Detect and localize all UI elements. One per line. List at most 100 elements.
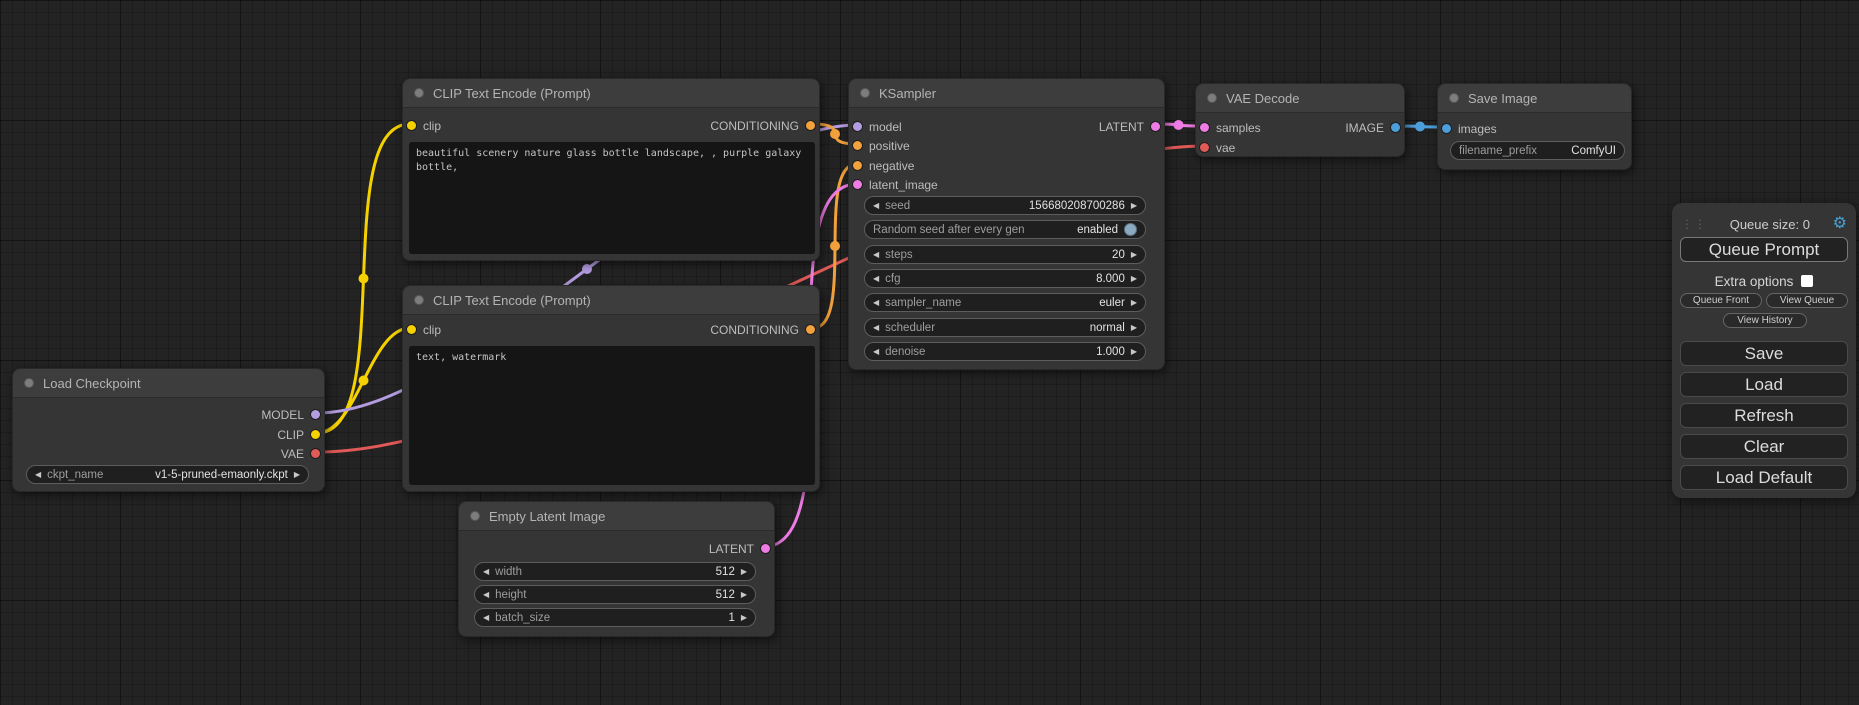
input-label-model: model (869, 120, 902, 134)
output-port-conditioning[interactable] (806, 325, 815, 334)
widget-filename-prefix[interactable]: filename_prefix ComfyUI (1450, 141, 1625, 160)
input-label-positive: positive (869, 139, 910, 153)
increment-arrow-icon[interactable]: ▶ (1131, 323, 1137, 332)
prompt-textarea[interactable]: beautiful scenery nature glass bottle la… (409, 142, 815, 254)
refresh-button[interactable]: Refresh (1680, 403, 1848, 428)
node-titlebar[interactable]: CLIP Text Encode (Prompt) (403, 79, 819, 108)
link-midpoint-dot (1174, 120, 1184, 130)
node-collapse-dot[interactable] (860, 88, 870, 98)
node-clip-text-encode-negative[interactable]: CLIP Text Encode (Prompt) clip CONDITION… (402, 285, 820, 492)
queue-size-label: Queue size: 0 (1707, 217, 1833, 232)
input-port-latent-image[interactable] (853, 180, 862, 189)
output-port-conditioning[interactable] (806, 121, 815, 130)
node-collapse-dot[interactable] (1449, 93, 1459, 103)
decrement-arrow-icon[interactable]: ◀ (873, 323, 879, 332)
node-titlebar[interactable]: Load Checkpoint (13, 369, 324, 398)
extra-options-checkbox[interactable] (1801, 275, 1813, 287)
increment-arrow-icon[interactable]: ▶ (741, 567, 747, 576)
clear-button[interactable]: Clear (1680, 434, 1848, 459)
widget-sampler-name[interactable]: ◀ sampler_name euler ▶ (864, 293, 1146, 312)
node-load-checkpoint[interactable]: Load Checkpoint MODEL CLIP VAE ◀ ckpt_na… (12, 368, 325, 492)
node-graph-canvas[interactable]: Load Checkpoint MODEL CLIP VAE ◀ ckpt_na… (0, 0, 1859, 705)
save-button[interactable]: Save (1680, 341, 1848, 366)
output-port-image[interactable] (1391, 123, 1400, 132)
settings-gear-icon[interactable]: ⚙ (1833, 216, 1847, 232)
widget-ckpt-name[interactable]: ◀ ckpt_name v1-5-pruned-emaonly.ckpt ▶ (26, 465, 309, 484)
widget-denoise[interactable]: ◀ denoise 1.000 ▶ (864, 342, 1146, 361)
node-collapse-dot[interactable] (1207, 93, 1217, 103)
input-port-clip[interactable] (407, 325, 416, 334)
output-port-latent[interactable] (1151, 122, 1160, 131)
load-default-button[interactable]: Load Default (1680, 465, 1848, 490)
node-collapse-dot[interactable] (414, 88, 424, 98)
decrement-arrow-icon[interactable]: ◀ (483, 613, 489, 622)
panel-drag-handle-icon[interactable]: ⋮⋮ (1681, 219, 1707, 229)
node-clip-text-encode-positive[interactable]: CLIP Text Encode (Prompt) clip CONDITION… (402, 78, 820, 261)
decrement-arrow-icon[interactable]: ◀ (873, 201, 879, 210)
decrement-arrow-icon[interactable]: ◀ (483, 567, 489, 576)
output-port-clip[interactable] (311, 430, 320, 439)
widget-batch-size[interactable]: ◀ batch_size 1 ▶ (474, 608, 756, 627)
node-title: CLIP Text Encode (Prompt) (433, 86, 591, 101)
link-midpoint-dot (830, 241, 840, 251)
node-titlebar[interactable]: CLIP Text Encode (Prompt) (403, 286, 819, 315)
widget-steps[interactable]: ◀ steps 20 ▶ (864, 245, 1146, 264)
queue-front-button[interactable]: Queue Front (1680, 293, 1762, 308)
view-queue-button[interactable]: View Queue (1766, 293, 1848, 308)
increment-arrow-icon[interactable]: ▶ (1131, 201, 1137, 210)
decrement-arrow-icon[interactable]: ◀ (873, 298, 879, 307)
node-titlebar[interactable]: Empty Latent Image (459, 502, 774, 531)
increment-arrow-icon[interactable]: ▶ (1131, 250, 1137, 259)
widget-height[interactable]: ◀ height 512 ▶ (474, 585, 756, 604)
prompt-textarea[interactable]: text, watermark (409, 346, 815, 485)
widget-scheduler[interactable]: ◀ scheduler normal ▶ (864, 318, 1146, 337)
view-history-button[interactable]: View History (1723, 313, 1807, 328)
widget-random-seed[interactable]: Random seed after every gen enabled (864, 220, 1146, 239)
decrement-arrow-icon[interactable]: ◀ (873, 250, 879, 259)
increment-arrow-icon[interactable]: ▶ (1131, 298, 1137, 307)
load-button[interactable]: Load (1680, 372, 1848, 397)
input-label-clip: clip (423, 119, 441, 133)
link-midpoint-dot (359, 274, 369, 284)
node-title: KSampler (879, 86, 936, 101)
input-port-images[interactable] (1442, 124, 1451, 133)
output-label-clip: CLIP (277, 428, 304, 442)
increment-arrow-icon[interactable]: ▶ (1131, 347, 1137, 356)
widget-seed[interactable]: ◀ seed 156680208700286 ▶ (864, 196, 1146, 215)
node-collapse-dot[interactable] (470, 511, 480, 521)
input-port-negative[interactable] (853, 161, 862, 170)
random-seed-toggle[interactable] (1124, 223, 1137, 236)
widget-width[interactable]: ◀ width 512 ▶ (474, 562, 756, 581)
output-port-latent[interactable] (761, 544, 770, 553)
node-save-image[interactable]: Save Image images filename_prefix ComfyU… (1437, 83, 1632, 170)
node-vae-decode[interactable]: VAE Decode samples IMAGE vae (1195, 83, 1405, 157)
input-port-positive[interactable] (853, 141, 862, 150)
input-port-vae[interactable] (1200, 143, 1209, 152)
output-port-model[interactable] (311, 410, 320, 419)
node-collapse-dot[interactable] (414, 295, 424, 305)
decrement-arrow-icon[interactable]: ◀ (483, 590, 489, 599)
input-port-samples[interactable] (1200, 123, 1209, 132)
output-label-conditioning: CONDITIONING (710, 323, 799, 337)
decrement-arrow-icon[interactable]: ◀ (35, 470, 41, 479)
node-empty-latent-image[interactable]: Empty Latent Image LATENT ◀ width 512 ▶ … (458, 501, 775, 637)
node-collapse-dot[interactable] (24, 378, 34, 388)
increment-arrow-icon[interactable]: ▶ (741, 590, 747, 599)
decrement-arrow-icon[interactable]: ◀ (873, 347, 879, 356)
input-label-negative: negative (869, 159, 914, 173)
node-ksampler[interactable]: KSampler model LATENT positive negative (848, 78, 1165, 370)
output-port-vae[interactable] (311, 449, 320, 458)
input-port-clip[interactable] (407, 121, 416, 130)
widget-cfg[interactable]: ◀ cfg 8.000 ▶ (864, 269, 1146, 288)
node-titlebar[interactable]: Save Image (1438, 84, 1631, 113)
increment-arrow-icon[interactable]: ▶ (1131, 274, 1137, 283)
queue-prompt-button[interactable]: Queue Prompt (1680, 237, 1848, 262)
extra-options-label: Extra options (1715, 274, 1794, 289)
output-label-model: MODEL (261, 408, 304, 422)
increment-arrow-icon[interactable]: ▶ (741, 613, 747, 622)
increment-arrow-icon[interactable]: ▶ (294, 470, 300, 479)
node-titlebar[interactable]: VAE Decode (1196, 84, 1404, 113)
decrement-arrow-icon[interactable]: ◀ (873, 274, 879, 283)
node-titlebar[interactable]: KSampler (849, 79, 1164, 108)
input-port-model[interactable] (853, 122, 862, 131)
